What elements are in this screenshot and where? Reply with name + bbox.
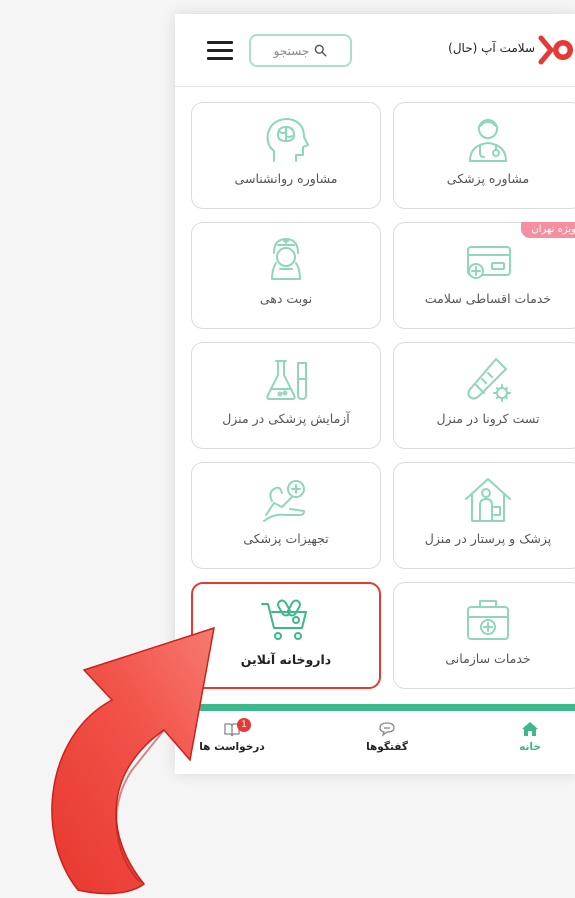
test-swab-icon — [467, 358, 511, 402]
service-label: پزشک و پرستار در منزل — [424, 531, 552, 546]
region-badge: ویژه تهران — [521, 222, 575, 238]
hamburger-menu-button[interactable] — [207, 41, 233, 61]
nav-item-chats[interactable]: گفتگوها — [342, 721, 432, 753]
service-card-online-pharmacy[interactable]: داروخانه آنلاین — [191, 582, 381, 689]
search-icon — [315, 44, 327, 57]
menu-line — [207, 49, 233, 52]
nurse-icon — [271, 238, 301, 280]
nav-label: گفتگوها — [366, 741, 408, 753]
service-label: تجهیزات پزشکی — [243, 531, 329, 546]
service-card-medical-consult[interactable]: مشاوره پزشکی — [393, 102, 575, 209]
requests-count-badge: 1 — [237, 718, 251, 732]
service-label: خدمات اقساطی سلامت — [424, 291, 552, 306]
app-header: جستجو سلامت آپ (حال) — [175, 14, 575, 87]
nav-item-home[interactable]: خانه — [485, 721, 575, 753]
app-screen: جستجو سلامت آپ (حال) مشاوره پزشکی مشاوره… — [175, 14, 575, 774]
pharmacy-cart-icon — [261, 599, 307, 640]
service-label: تست کرونا در منزل — [436, 411, 540, 426]
service-card-psychology-consult[interactable]: مشاوره روانشناسی — [191, 102, 381, 209]
service-label: مشاوره پزشکی — [446, 171, 530, 186]
service-card-corporate-services[interactable]: خدمات سازمانی — [393, 582, 575, 689]
nav-label: درخواست ها — [199, 741, 265, 753]
bottom-navigation: خانه گفتگوها 1 درخواست ها — [175, 711, 575, 774]
medical-equipment-icon — [263, 480, 305, 522]
search-box[interactable]: جستجو — [249, 34, 352, 67]
search-placeholder: جستجو — [273, 43, 310, 58]
doctor-icon — [469, 119, 507, 162]
service-label: خدمات سازمانی — [445, 651, 531, 666]
lab-flask-icon — [266, 360, 307, 400]
app-title: سلامت آپ (حال) — [448, 41, 535, 55]
home-icon — [522, 722, 538, 736]
service-label: آزمایش پزشکی در منزل — [222, 411, 350, 426]
service-label: نوبت دهی — [259, 291, 313, 306]
service-card-installment-health[interactable]: ویژه تهران خدمات اقساطی سلامت — [393, 222, 575, 329]
nav-item-requests[interactable]: 1 درخواست ها — [187, 718, 277, 753]
menu-line — [207, 57, 233, 60]
service-card-home-doctor-nurse[interactable]: پزشک و پرستار در منزل — [393, 462, 575, 569]
app-logo — [538, 35, 573, 65]
service-card-home-lab-test[interactable]: آزمایش پزشکی در منزل — [191, 342, 381, 449]
brain-head-icon — [266, 118, 309, 162]
nav-label: خانه — [519, 741, 541, 753]
service-card-covid-test[interactable]: تست کرونا در منزل — [393, 342, 575, 449]
service-label: داروخانه آنلاین — [240, 652, 332, 667]
menu-line — [207, 41, 233, 44]
home-doctor-icon — [465, 478, 511, 522]
service-label: مشاوره روانشناسی — [234, 171, 338, 186]
service-card-appointment[interactable]: نوبت دهی — [191, 222, 381, 329]
nav-indicator-bar — [175, 704, 575, 711]
chat-icon — [379, 722, 395, 737]
medical-kit-icon — [467, 600, 509, 640]
credit-card-icon — [467, 246, 511, 279]
service-card-medical-equipment[interactable]: تجهیزات پزشکی — [191, 462, 381, 569]
